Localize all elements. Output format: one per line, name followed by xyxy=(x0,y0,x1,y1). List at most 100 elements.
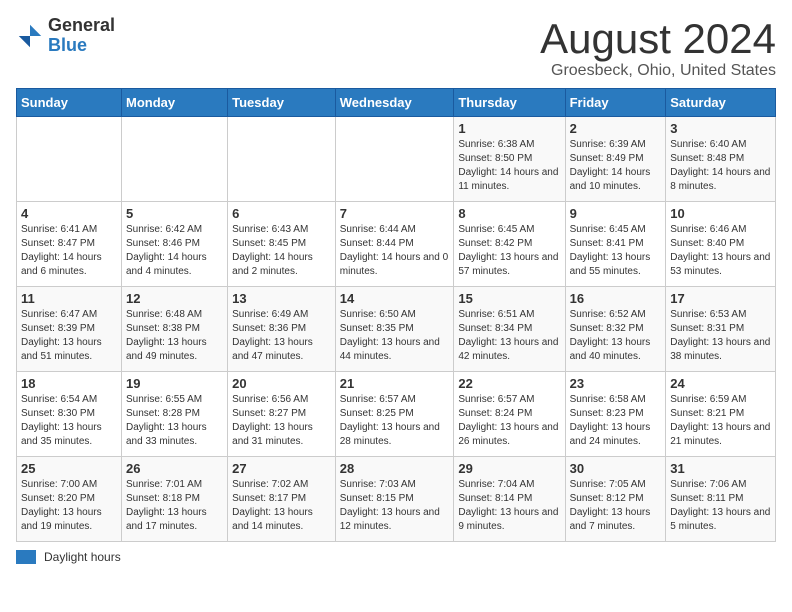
day-number: 22 xyxy=(458,376,560,391)
day-info: Sunrise: 7:05 AMSunset: 8:12 PMDaylight:… xyxy=(570,478,662,534)
day-number: 14 xyxy=(340,291,450,306)
calendar-week-5: 25 Sunrise: 7:00 AMSunset: 8:20 PMDayligh… xyxy=(17,457,776,542)
day-info: Sunrise: 6:40 AMSunset: 8:48 PMDaylight:… xyxy=(670,138,771,194)
calendar-week-4: 18Sunrise: 6:54 AMSunset: 8:30 PMDayligh… xyxy=(17,372,776,457)
calendar-header: Sunday Monday Tuesday Wednesday Thursday… xyxy=(17,89,776,117)
legend: Daylight hours xyxy=(16,550,776,564)
calendar-cell: 28 Sunrise: 7:03 AMSunset: 8:15 PMDayligh… xyxy=(335,457,454,542)
day-number: 26 xyxy=(126,461,223,476)
day-info: Sunrise: 6:55 AMSunset: 8:28 PMDaylight:… xyxy=(126,393,223,449)
calendar-cell: 13Sunrise: 6:49 AMSunset: 8:36 PMDayligh… xyxy=(228,287,336,372)
col-wednesday: Wednesday xyxy=(335,89,454,117)
calendar-cell: 11Sunrise: 6:47 AMSunset: 8:39 PMDayligh… xyxy=(17,287,122,372)
calendar-cell: 8Sunrise: 6:45 AMSunset: 8:42 PMDaylight… xyxy=(454,202,565,287)
calendar-cell: 30 Sunrise: 7:05 AMSunset: 8:12 PMDayligh… xyxy=(565,457,666,542)
day-info: Sunrise: 6:46 AMSunset: 8:40 PMDaylight:… xyxy=(670,223,771,279)
calendar-subtitle: Groesbeck, Ohio, United States xyxy=(540,62,776,80)
calendar-cell: 17 Sunrise: 6:53 AMSunset: 8:31 PMDayligh… xyxy=(666,287,776,372)
calendar-week-1: 1 Sunrise: 6:38 AMSunset: 8:50 PMDaylight… xyxy=(17,117,776,202)
day-number: 9 xyxy=(570,206,662,221)
calendar-cell: 22 Sunrise: 6:57 AMSunset: 8:24 PMDayligh… xyxy=(454,372,565,457)
calendar-cell: 5Sunrise: 6:42 AMSunset: 8:46 PMDaylight… xyxy=(121,202,227,287)
day-info: Sunrise: 6:41 AMSunset: 8:47 PMDaylight:… xyxy=(21,223,117,279)
day-info: Sunrise: 6:44 AMSunset: 8:44 PMDaylight:… xyxy=(340,223,450,279)
calendar-table: Sunday Monday Tuesday Wednesday Thursday… xyxy=(16,88,776,542)
day-number: 25 xyxy=(21,461,117,476)
page-header: General Blue August 2024 Groesbeck, Ohio… xyxy=(16,16,776,80)
calendar-cell xyxy=(17,117,122,202)
calendar-cell: 31 Sunrise: 7:06 AMSunset: 8:11 PMDayligh… xyxy=(666,457,776,542)
day-info: Sunrise: 7:04 AMSunset: 8:14 PMDaylight:… xyxy=(458,478,560,534)
calendar-cell: 3Sunrise: 6:40 AMSunset: 8:48 PMDaylight… xyxy=(666,117,776,202)
calendar-title: August 2024 xyxy=(540,16,776,62)
day-info: Sunrise: 6:57 AMSunset: 8:25 PMDaylight:… xyxy=(340,393,450,449)
logo-icon xyxy=(16,22,44,50)
col-thursday: Thursday xyxy=(454,89,565,117)
day-info: Sunrise: 6:50 AMSunset: 8:35 PMDaylight:… xyxy=(340,308,450,364)
calendar-cell: 27Sunrise: 7:02 AMSunset: 8:17 PMDayligh… xyxy=(228,457,336,542)
calendar-cell: 19Sunrise: 6:55 AMSunset: 8:28 PMDayligh… xyxy=(121,372,227,457)
legend-label: Daylight hours xyxy=(44,550,121,564)
calendar-cell xyxy=(228,117,336,202)
day-number: 4 xyxy=(21,206,117,221)
calendar-cell: 18Sunrise: 6:54 AMSunset: 8:30 PMDayligh… xyxy=(17,372,122,457)
day-info: Sunrise: 6:43 AMSunset: 8:45 PMDaylight:… xyxy=(232,223,331,279)
col-monday: Monday xyxy=(121,89,227,117)
calendar-cell: 15Sunrise: 6:51 AMSunset: 8:34 PMDayligh… xyxy=(454,287,565,372)
day-number: 28 xyxy=(340,461,450,476)
calendar-cell: 21 Sunrise: 6:57 AMSunset: 8:25 PMDayligh… xyxy=(335,372,454,457)
day-number: 30 xyxy=(570,461,662,476)
calendar-cell: 4 Sunrise: 6:41 AMSunset: 8:47 PMDaylight… xyxy=(17,202,122,287)
calendar-cell: 25 Sunrise: 7:00 AMSunset: 8:20 PMDayligh… xyxy=(17,457,122,542)
day-info: Sunrise: 6:53 AMSunset: 8:31 PMDaylight:… xyxy=(670,308,771,364)
day-number: 18 xyxy=(21,376,117,391)
day-info: Sunrise: 6:48 AMSunset: 8:38 PMDaylight:… xyxy=(126,308,223,364)
logo-text: General Blue xyxy=(48,16,115,56)
calendar-cell: 14 Sunrise: 6:50 AMSunset: 8:35 PMDayligh… xyxy=(335,287,454,372)
col-sunday: Sunday xyxy=(17,89,122,117)
title-block: August 2024 Groesbeck, Ohio, United Stat… xyxy=(540,16,776,80)
calendar-cell: 2 Sunrise: 6:39 AMSunset: 8:49 PMDaylight… xyxy=(565,117,666,202)
calendar-cell: 24Sunrise: 6:59 AMSunset: 8:21 PMDayligh… xyxy=(666,372,776,457)
day-number: 7 xyxy=(340,206,450,221)
day-number: 13 xyxy=(232,291,331,306)
day-info: Sunrise: 7:03 AMSunset: 8:15 PMDaylight:… xyxy=(340,478,450,534)
day-number: 12 xyxy=(126,291,223,306)
day-info: Sunrise: 7:01 AMSunset: 8:18 PMDaylight:… xyxy=(126,478,223,534)
calendar-cell: 1 Sunrise: 6:38 AMSunset: 8:50 PMDaylight… xyxy=(454,117,565,202)
day-number: 21 xyxy=(340,376,450,391)
calendar-cell xyxy=(335,117,454,202)
day-info: Sunrise: 6:39 AMSunset: 8:49 PMDaylight:… xyxy=(570,138,662,194)
day-number: 17 xyxy=(670,291,771,306)
legend-color-box xyxy=(16,550,36,564)
day-number: 29 xyxy=(458,461,560,476)
calendar-cell: 9Sunrise: 6:45 AMSunset: 8:41 PMDaylight… xyxy=(565,202,666,287)
col-friday: Friday xyxy=(565,89,666,117)
day-number: 1 xyxy=(458,121,560,136)
calendar-cell: 20Sunrise: 6:56 AMSunset: 8:27 PMDayligh… xyxy=(228,372,336,457)
day-info: Sunrise: 6:42 AMSunset: 8:46 PMDaylight:… xyxy=(126,223,223,279)
day-number: 31 xyxy=(670,461,771,476)
day-info: Sunrise: 6:59 AMSunset: 8:21 PMDaylight:… xyxy=(670,393,771,449)
calendar-cell: 29 Sunrise: 7:04 AMSunset: 8:14 PMDayligh… xyxy=(454,457,565,542)
day-number: 2 xyxy=(570,121,662,136)
day-number: 27 xyxy=(232,461,331,476)
logo: General Blue xyxy=(16,16,115,56)
day-info: Sunrise: 6:38 AMSunset: 8:50 PMDaylight:… xyxy=(458,138,560,194)
calendar-cell: 10 Sunrise: 6:46 AMSunset: 8:40 PMDayligh… xyxy=(666,202,776,287)
day-info: Sunrise: 6:58 AMSunset: 8:23 PMDaylight:… xyxy=(570,393,662,449)
day-info: Sunrise: 7:00 AMSunset: 8:20 PMDaylight:… xyxy=(21,478,117,534)
day-number: 15 xyxy=(458,291,560,306)
day-info: Sunrise: 6:47 AMSunset: 8:39 PMDaylight:… xyxy=(21,308,117,364)
day-number: 10 xyxy=(670,206,771,221)
day-info: Sunrise: 7:06 AMSunset: 8:11 PMDaylight:… xyxy=(670,478,771,534)
day-number: 6 xyxy=(232,206,331,221)
calendar-body: 1 Sunrise: 6:38 AMSunset: 8:50 PMDaylight… xyxy=(17,117,776,542)
day-number: 8 xyxy=(458,206,560,221)
day-number: 20 xyxy=(232,376,331,391)
day-info: Sunrise: 6:57 AMSunset: 8:24 PMDaylight:… xyxy=(458,393,560,449)
logo-general-text: General xyxy=(48,16,115,36)
calendar-cell xyxy=(121,117,227,202)
calendar-cell: 7 Sunrise: 6:44 AMSunset: 8:44 PMDaylight… xyxy=(335,202,454,287)
logo-blue-text: Blue xyxy=(48,36,115,56)
